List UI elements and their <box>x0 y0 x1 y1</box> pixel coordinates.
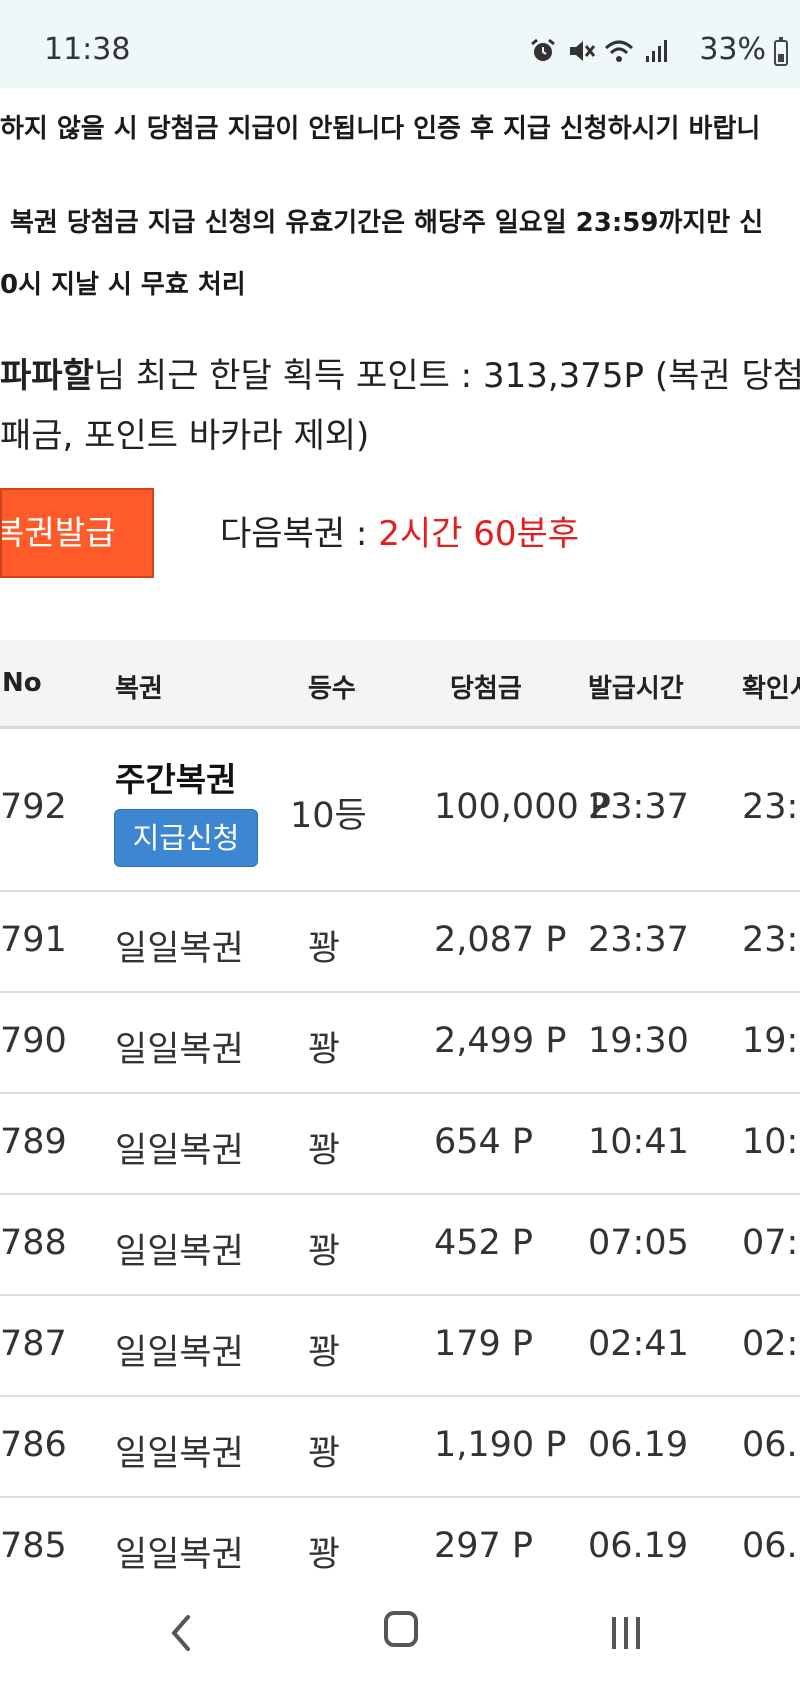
recent-apps-icon[interactable] <box>606 1613 646 1653</box>
cell-rank: 꽝 <box>308 929 341 969</box>
username: 파파할 <box>0 356 94 396</box>
cell-no: 791 <box>0 920 67 960</box>
header-prize: 당첨금 <box>450 674 522 704</box>
cell-rank: 10등 <box>290 796 367 836</box>
cell-no: 790 <box>0 1021 67 1061</box>
cell-issued: 23:37 <box>588 787 689 827</box>
home-icon[interactable] <box>384 1611 418 1647</box>
next-ticket-time: 2시간 60분후 <box>378 514 580 554</box>
cell-ticket: 일일복권 <box>115 1535 244 1575</box>
cell-ticket: 일일복권 <box>115 1131 244 1171</box>
status-icons <box>528 34 672 68</box>
cell-issued: 02:41 <box>588 1324 689 1364</box>
cell-checked: 19:3 <box>742 1021 800 1061</box>
signal-icon <box>646 40 667 62</box>
table-row: 789 일일복권 꽝 654 P 10:41 10:4 <box>0 1094 800 1195</box>
alarm-icon <box>531 38 555 61</box>
monthly-points-line-2: 패금, 포인트 바카라 제외) <box>0 416 370 456</box>
cell-issued: 06.19 <box>588 1526 689 1566</box>
navigation-bar <box>0 1575 800 1689</box>
apply-payout-button[interactable]: 지급신청 <box>114 809 258 867</box>
cell-ticket: 주간복권 <box>115 760 237 799</box>
header-ticket: 복권 <box>115 674 163 704</box>
status-time: 11:38 <box>44 32 131 67</box>
mute-icon <box>570 41 596 61</box>
cell-prize: 179 P <box>434 1324 534 1364</box>
header-no: No <box>2 668 42 698</box>
cell-checked: 23:3 <box>742 787 800 827</box>
cell-no: 785 <box>0 1526 67 1566</box>
cell-no: 792 <box>0 787 67 827</box>
notice-line-3: 0시 지날 시 무효 처리 <box>0 270 246 300</box>
cell-rank: 꽝 <box>308 1131 341 1171</box>
header-rank: 등수 <box>308 674 356 704</box>
cell-no: 786 <box>0 1425 67 1465</box>
cell-ticket: 일일복권 <box>115 1333 244 1373</box>
cell-ticket: 일일복권 <box>115 1232 244 1272</box>
cell-checked: 06.1 <box>742 1425 800 1465</box>
cell-no: 788 <box>0 1223 67 1263</box>
table-header: No 복권 등수 당첨금 발급시간 확인시 <box>0 640 800 729</box>
cell-issued: 23:37 <box>588 920 689 960</box>
cell-rank: 꽝 <box>308 1333 341 1373</box>
monthly-points-text: 님 최근 한달 획득 포인트 : 313,375P (복권 당첨 <box>93 356 800 396</box>
cell-issued: 19:30 <box>588 1021 689 1061</box>
cell-rank: 꽝 <box>308 1030 341 1070</box>
table-row: 790 일일복권 꽝 2,499 P 19:30 19:3 <box>0 993 800 1094</box>
cell-checked: 10:4 <box>742 1122 800 1162</box>
battery-percent: 33% <box>699 32 766 67</box>
cell-rank: 꽝 <box>308 1535 341 1575</box>
cell-ticket: 일일복권 <box>115 1434 244 1474</box>
cell-prize: 297 P <box>434 1526 534 1566</box>
cell-issued: 07:05 <box>588 1223 689 1263</box>
cell-prize: 1,190 P <box>434 1425 567 1465</box>
cell-issued: 06.19 <box>588 1425 689 1465</box>
status-bar: 11:38 33% <box>0 0 800 88</box>
cell-rank: 꽝 <box>308 1434 341 1474</box>
cell-prize: 452 P <box>434 1223 534 1263</box>
cell-ticket: 일일복권 <box>115 929 244 969</box>
cell-issued: 10:41 <box>588 1122 689 1162</box>
cell-checked: 06.1 <box>742 1526 800 1566</box>
back-icon[interactable] <box>162 1613 202 1653</box>
cell-prize: 2,087 P <box>434 920 567 960</box>
table-row: 791 일일복권 꽝 2,087 P 23:37 23:3 <box>0 892 800 993</box>
monthly-points-line: 파파할님 최근 한달 획득 포인트 : 313,375P (복권 당첨 <box>0 348 800 397</box>
cell-prize: 654 P <box>434 1122 534 1162</box>
cell-ticket: 일일복권 <box>115 1030 244 1070</box>
cell-checked: 23:3 <box>742 920 800 960</box>
lottery-table: No 복권 등수 당첨금 발급시간 확인시 792 주간복권 지급신청 10등 … <box>0 640 800 1597</box>
header-checked: 확인시 <box>742 674 800 704</box>
table-row: 792 주간복권 지급신청 10등 100,000 P 23:37 23:3 <box>0 729 800 892</box>
header-issued: 발급시간 <box>588 674 684 704</box>
next-ticket: 다음복권 : 2시간 60분후 <box>220 506 579 555</box>
next-ticket-label: 다음복권 : <box>220 514 379 554</box>
notice-line-1: 하지 않을 시 당첨금 지급이 안됩니다 인증 후 지급 신청하시기 바랍니 <box>0 114 761 144</box>
cell-rank: 꽝 <box>308 1232 341 1272</box>
cell-prize: 100,000 P <box>434 787 611 827</box>
table-row: 786 일일복권 꽝 1,190 P 06.19 06.1 <box>0 1397 800 1498</box>
cell-checked: 02:4 <box>742 1324 800 1364</box>
cell-prize: 2,499 P <box>434 1021 567 1061</box>
notice-line-2: 복권 당첨금 지급 신청의 유효기간은 해당주 일요일 23:59까지만 신 <box>10 208 764 238</box>
table-row: 787 일일복권 꽝 179 P 02:41 02:4 <box>0 1296 800 1397</box>
cell-checked: 07:0 <box>742 1223 800 1263</box>
table-row: 788 일일복권 꽝 452 P 07:05 07:0 <box>0 1195 800 1296</box>
cell-no: 789 <box>0 1122 67 1162</box>
cell-no: 787 <box>0 1324 67 1364</box>
battery-icon <box>774 37 788 66</box>
wifi-icon <box>604 40 634 62</box>
issue-lottery-button[interactable]: 복권발급 <box>0 488 154 578</box>
